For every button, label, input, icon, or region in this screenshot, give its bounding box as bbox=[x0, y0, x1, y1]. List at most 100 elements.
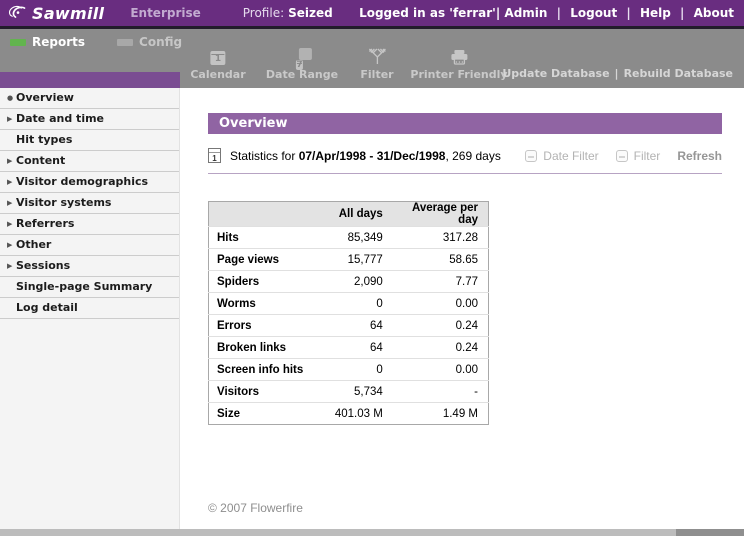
sidebar-item-label: Date and time bbox=[16, 109, 104, 129]
sidebar-item-overview[interactable]: ●Overview bbox=[0, 88, 179, 109]
sidebar-item-label: Visitor systems bbox=[16, 193, 111, 213]
logout-link[interactable]: Logout bbox=[566, 6, 621, 20]
horizontal-scrollbar[interactable] bbox=[0, 529, 744, 536]
avg-per-day-value: - bbox=[393, 381, 489, 403]
row-label: Visitors bbox=[209, 381, 319, 403]
session-separator: | bbox=[621, 6, 635, 20]
tab-config-label: Config bbox=[139, 35, 182, 49]
sidebar-item-visitor-systems[interactable]: ▶Visitor systems bbox=[0, 193, 179, 214]
bullet-icon: ● bbox=[7, 88, 16, 108]
date-filter-checkbox[interactable] bbox=[525, 150, 537, 162]
tab-reports-label: Reports bbox=[32, 35, 85, 49]
date-range-value: 07/Apr/1998 - 31/Dec/1998 bbox=[299, 149, 446, 163]
tab-config[interactable]: Config bbox=[117, 35, 182, 49]
row-label: Size bbox=[209, 403, 319, 425]
about-link[interactable]: About bbox=[689, 6, 734, 20]
copyright-footer: © 2007 Flowerfire bbox=[208, 501, 744, 515]
config-swatch-icon bbox=[117, 39, 133, 46]
sidebar-item-label: Visitor demographics bbox=[16, 172, 148, 192]
sidebar-item-log-detail[interactable]: Log detail bbox=[0, 298, 179, 319]
sidebar-item-label: Referrers bbox=[16, 214, 74, 234]
sidebar-item-date-and-time[interactable]: ▶Date and time bbox=[0, 109, 179, 130]
all-days-value: 5,734 bbox=[318, 381, 393, 403]
chevron-right-icon: ▶ bbox=[7, 235, 16, 255]
top-bar: Sawmill Enterprise Profile:Seized Logged… bbox=[0, 0, 744, 26]
overview-stats-table: All daysAverage per day Hits 85,349 317.… bbox=[208, 201, 489, 425]
toolbar-band: Reports Config 1 Calendar 7 Date Range Fi… bbox=[0, 29, 744, 88]
row-label: Page views bbox=[209, 249, 319, 271]
avg-per-day-value: 7.77 bbox=[393, 271, 489, 293]
session-bar: Logged in as 'ferrar'| Admin | Logout | … bbox=[359, 6, 734, 20]
sidebar-item-single-page-summary[interactable]: Single-page Summary bbox=[0, 277, 179, 298]
sidebar-item-hit-types[interactable]: Hit types bbox=[0, 130, 179, 151]
database-actions: Update Database|Rebuild Database bbox=[502, 67, 733, 80]
sidebar-item-label: Log detail bbox=[16, 298, 78, 318]
profile-label: Profile:Seized bbox=[243, 6, 333, 20]
avg-per-day-value: 0.24 bbox=[393, 315, 489, 337]
table-row-broken-links: Broken links 64 0.24 bbox=[209, 337, 489, 359]
table-row-visitors: Visitors 5,734 - bbox=[209, 381, 489, 403]
toolbar-filter[interactable]: Filter bbox=[360, 47, 393, 81]
help-link[interactable]: Help bbox=[636, 6, 675, 20]
avg-per-day-value: 0.00 bbox=[393, 359, 489, 381]
main-panel: Overview 1 Statistics for 07/Apr/1998 - … bbox=[180, 88, 744, 529]
sawmill-logo-icon bbox=[8, 4, 28, 22]
session-separator: | bbox=[675, 6, 689, 20]
table-row-screen-info-hits: Screen info hits 0 0.00 bbox=[209, 359, 489, 381]
all-days-value: 401.03 M bbox=[318, 403, 393, 425]
avg-per-day-value: 317.28 bbox=[393, 227, 489, 249]
chevron-right-icon: ▶ bbox=[7, 109, 16, 129]
db-actions-separator: | bbox=[610, 67, 624, 80]
toolbar-printer-friendly-label: Printer Friendly bbox=[410, 68, 507, 81]
update-database-link[interactable]: Update Database bbox=[502, 67, 609, 80]
calendar-day-icon: 1 bbox=[208, 148, 221, 163]
sidebar-item-label: Content bbox=[16, 151, 65, 171]
reports-swatch-icon bbox=[10, 39, 26, 46]
all-days-value: 85,349 bbox=[318, 227, 393, 249]
row-label: Spiders bbox=[209, 271, 319, 293]
calendar-1-icon: 1 bbox=[190, 47, 245, 65]
all-days-value: 2,090 bbox=[318, 271, 393, 293]
sidebar-item-referrers[interactable]: ▶Referrers bbox=[0, 214, 179, 235]
row-label: Screen info hits bbox=[209, 359, 319, 381]
printer-icon bbox=[410, 47, 507, 65]
profile-value: Seized bbox=[288, 6, 333, 20]
all-days-value: 0 bbox=[318, 293, 393, 315]
sidebar-item-label: Sessions bbox=[16, 256, 70, 276]
sawmill-brand[interactable]: Sawmill bbox=[8, 4, 104, 23]
sidebar-item-label: Other bbox=[16, 235, 51, 255]
table-row-errors: Errors 64 0.24 bbox=[209, 315, 489, 337]
column-header-metric bbox=[209, 202, 319, 227]
toolbar-printer-friendly[interactable]: Printer Friendly bbox=[410, 47, 507, 81]
chevron-right-icon: ▶ bbox=[7, 193, 16, 213]
sidebar-item-visitor-demographics[interactable]: ▶Visitor demographics bbox=[0, 172, 179, 193]
row-label: Errors bbox=[209, 315, 319, 337]
row-label: Worms bbox=[209, 293, 319, 315]
toolbar-date-range[interactable]: 7 Date Range bbox=[266, 47, 338, 81]
admin-link[interactable]: Admin bbox=[500, 6, 551, 20]
filter-checkbox[interactable] bbox=[616, 150, 628, 162]
tab-reports[interactable]: Reports bbox=[10, 35, 85, 49]
sidebar-item-label: Hit types bbox=[16, 130, 72, 150]
chevron-right-icon: ▶ bbox=[7, 151, 16, 171]
reports-sidebar: ●Overview▶Date and timeHit types▶Content… bbox=[0, 88, 180, 529]
refresh-button[interactable]: Refresh bbox=[677, 149, 722, 163]
nav-tabs: Reports Config bbox=[10, 35, 182, 49]
all-days-value: 15,777 bbox=[318, 249, 393, 271]
date-filter-control: Date Filter bbox=[525, 149, 598, 163]
row-label: Hits bbox=[209, 227, 319, 249]
table-row-page-views: Page views 15,777 58.65 bbox=[209, 249, 489, 271]
all-days-value: 0 bbox=[318, 359, 393, 381]
sidebar-item-content[interactable]: ▶Content bbox=[0, 151, 179, 172]
rebuild-database-link[interactable]: Rebuild Database bbox=[624, 67, 733, 80]
toolbar-calendar[interactable]: 1 Calendar bbox=[190, 47, 245, 81]
column-header-all-days: All days bbox=[318, 202, 393, 227]
sidebar-item-sessions[interactable]: ▶Sessions bbox=[0, 256, 179, 277]
avg-per-day-value: 58.65 bbox=[393, 249, 489, 271]
scrollbar-thumb[interactable] bbox=[676, 529, 744, 536]
toolbar-filter-label: Filter bbox=[360, 68, 393, 81]
sidebar-item-other[interactable]: ▶Other bbox=[0, 235, 179, 256]
avg-per-day-value: 0.24 bbox=[393, 337, 489, 359]
page-title: Overview bbox=[208, 113, 722, 134]
all-days-value: 64 bbox=[318, 315, 393, 337]
